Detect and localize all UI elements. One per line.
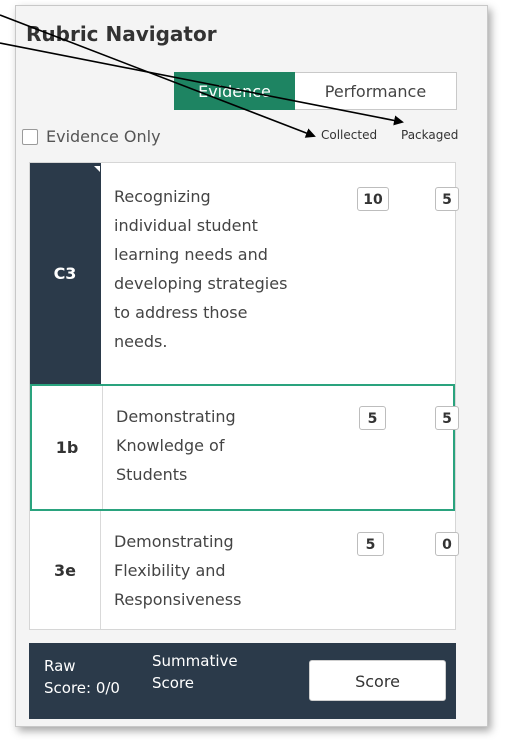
collected-count-badge: 5 — [359, 406, 386, 430]
row-divider — [102, 386, 103, 509]
collected-count-badge: 5 — [357, 532, 384, 556]
rubric-row-3e[interactable]: 3e Demonstrating Flexibility and Respons… — [30, 511, 459, 629]
score-button[interactable]: Score — [309, 660, 446, 701]
view-toggle: Evidence Performance — [174, 72, 457, 110]
packaged-count-badge: 5 — [435, 406, 459, 430]
summative-score-label: Summative Score — [152, 652, 238, 692]
performance-tab[interactable]: Performance — [295, 72, 457, 110]
evidence-tab[interactable]: Evidence — [174, 72, 295, 110]
evidence-only-label: Evidence Only — [46, 127, 161, 146]
packaged-column-header: Packaged — [401, 128, 459, 142]
row-code: 3e — [54, 560, 76, 580]
packaged-count-badge: 5 — [435, 187, 459, 211]
raw-score: Raw Score: 0/0 — [44, 657, 120, 697]
rubric-list: C3 Recognizing individual student learni… — [29, 162, 459, 630]
row-description: Recognizing individual student learning … — [114, 187, 288, 351]
row-code: C3 — [30, 163, 100, 384]
packaged-count-badge: 0 — [435, 532, 459, 556]
rubric-row-1b[interactable]: 1b Demonstrating Knowledge of Students 5… — [30, 384, 459, 511]
rubric-row-c3[interactable]: C3 Recognizing individual student learni… — [30, 163, 459, 384]
row-description: Demonstrating Flexibility and Responsive… — [114, 532, 242, 609]
panel-title: Rubric Navigator — [26, 22, 217, 46]
row-code: 1b — [55, 438, 79, 457]
collected-column-header: Collected — [321, 128, 378, 142]
collected-count-badge: 10 — [357, 187, 389, 211]
evidence-only-filter[interactable]: Evidence Only — [22, 127, 161, 146]
row-description: Demonstrating Knowledge of Students — [116, 407, 236, 484]
row-divider — [100, 163, 101, 384]
row-divider — [100, 511, 101, 629]
evidence-only-checkbox[interactable] — [22, 128, 38, 145]
score-footer: Raw Score: 0/0 Summative Score Score — [29, 643, 456, 719]
